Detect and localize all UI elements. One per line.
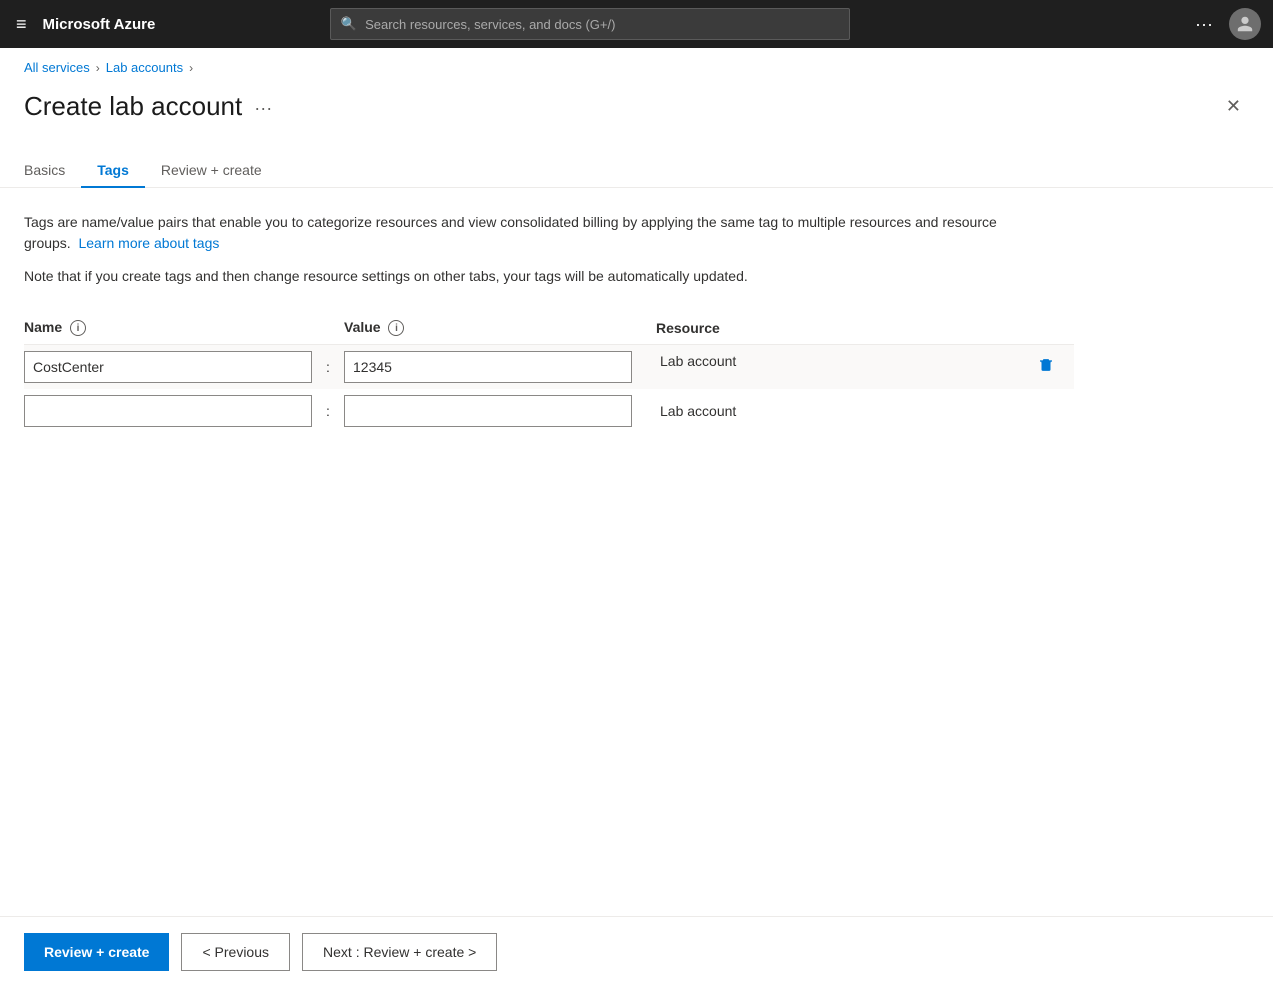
- previous-button[interactable]: < Previous: [181, 933, 290, 971]
- tag-value-input-2[interactable]: [344, 395, 632, 427]
- resource-label-2: Lab account: [644, 403, 736, 419]
- tag-value-cell-2: [344, 389, 644, 433]
- tag-value-cell-1: [344, 345, 644, 390]
- review-create-button[interactable]: Review + create: [24, 933, 169, 971]
- breadcrumb-all-services[interactable]: All services: [24, 60, 90, 75]
- tag-name-cell-1: [24, 345, 324, 390]
- tag-name-input-1[interactable]: [24, 351, 312, 383]
- col-header-resource: Resource: [644, 311, 1074, 345]
- tag-name-input-2[interactable]: [24, 395, 312, 427]
- description-text: Tags are name/value pairs that enable yo…: [24, 212, 1004, 254]
- settings-dots-icon[interactable]: ···: [1187, 10, 1221, 39]
- brand-name: Microsoft Azure: [43, 16, 156, 33]
- search-icon: 🔍: [341, 16, 357, 32]
- colon-separator-1: :: [324, 345, 344, 390]
- breadcrumb: All services › Lab accounts ›: [0, 48, 1273, 75]
- col-header-value: Value i: [344, 311, 644, 345]
- table-row: : Lab account: [24, 345, 1074, 390]
- tab-tags[interactable]: Tags: [81, 154, 145, 188]
- tag-resource-cell-1: Lab account: [644, 345, 1074, 390]
- tab-review-create[interactable]: Review + create: [145, 154, 278, 188]
- topbar: ≡ Microsoft Azure 🔍 ···: [0, 0, 1273, 48]
- hamburger-icon[interactable]: ≡: [12, 10, 31, 39]
- value-info-icon[interactable]: i: [388, 320, 404, 336]
- learn-more-link[interactable]: Learn more about tags: [78, 235, 219, 251]
- content-area: Tags are name/value pairs that enable yo…: [0, 188, 1273, 533]
- close-button[interactable]: ✕: [1218, 92, 1249, 121]
- page-header-dots-icon[interactable]: ···: [254, 98, 272, 119]
- footer: Review + create < Previous Next : Review…: [0, 916, 1273, 987]
- tag-value-input-1[interactable]: [344, 351, 632, 383]
- search-bar: 🔍: [330, 8, 850, 40]
- topbar-right: ···: [1187, 8, 1261, 40]
- resource-label-1: Lab account: [644, 353, 736, 369]
- tag-resource-cell-2: Lab account: [644, 389, 1074, 433]
- col-header-name: Name i: [24, 311, 324, 345]
- col-header-colon: [324, 311, 344, 345]
- note-text: Note that if you create tags and then ch…: [24, 266, 1004, 287]
- delete-tag-button-1[interactable]: [1030, 353, 1062, 382]
- tabs-container: Basics Tags Review + create: [0, 130, 1273, 188]
- table-row: : Lab account: [24, 389, 1074, 433]
- tag-name-cell-2: [24, 389, 324, 433]
- user-avatar[interactable]: [1229, 8, 1261, 40]
- name-info-icon[interactable]: i: [70, 320, 86, 336]
- tags-table: Name i Value i Resource :: [24, 311, 1074, 433]
- page-title: Create lab account: [24, 91, 242, 122]
- page-header: Create lab account ··· ✕: [0, 75, 1273, 122]
- breadcrumb-sep-2: ›: [189, 61, 193, 75]
- search-input[interactable]: [365, 17, 839, 32]
- breadcrumb-lab-accounts[interactable]: Lab accounts: [106, 60, 183, 75]
- colon-separator-2: :: [324, 389, 344, 433]
- tab-basics[interactable]: Basics: [24, 154, 81, 188]
- next-button[interactable]: Next : Review + create >: [302, 933, 497, 971]
- breadcrumb-sep-1: ›: [96, 61, 100, 75]
